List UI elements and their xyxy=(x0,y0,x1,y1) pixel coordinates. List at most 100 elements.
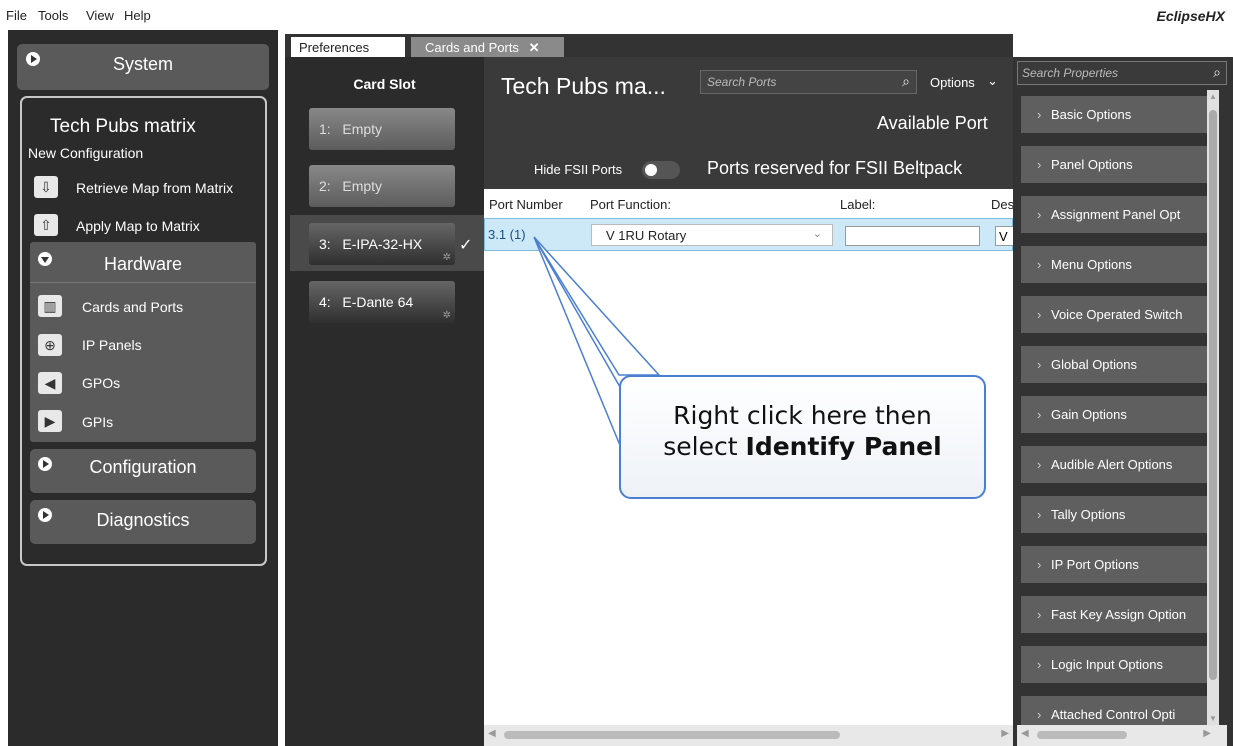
cards-ports-icon: ▥ xyxy=(38,295,62,317)
vertical-scrollbar[interactable]: ▲ ▼ xyxy=(1207,90,1219,725)
slot-name: E-IPA-32-HX xyxy=(342,236,423,252)
project-title: Tech Pubs matrix xyxy=(50,116,196,137)
prop-fast-key-assign[interactable]: › Fast Key Assign Option xyxy=(1021,596,1213,633)
card-slot-3[interactable]: 3: E-IPA-32-HX ✲ xyxy=(309,223,455,265)
card-slot-2[interactable]: 2: Empty xyxy=(309,165,455,207)
callout-identify-panel: Identify Panel xyxy=(745,432,942,461)
ports-panel: Tech Pubs ma... Search Ports ⌕ Options ⌄… xyxy=(484,57,1014,746)
system-section[interactable]: System xyxy=(17,44,269,90)
matrix-title: Tech Pubs ma... xyxy=(501,73,666,99)
hardware-label[interactable]: Hardware xyxy=(30,254,256,275)
slot-name: Empty xyxy=(342,121,383,137)
chevron-right-icon: › xyxy=(1037,657,1042,672)
configuration-label: Configuration xyxy=(89,457,197,477)
diagnostics-section[interactable]: Diagnostics xyxy=(30,500,256,544)
tab-preferences[interactable]: Preferences xyxy=(291,37,405,58)
chevron-right-icon: › xyxy=(1037,607,1042,622)
menu-file[interactable]: File xyxy=(6,8,27,23)
hw-ip-panels[interactable]: IP Panels xyxy=(82,337,142,353)
chevron-right-icon: › xyxy=(1037,207,1042,222)
card-slot-1[interactable]: 1: Empty xyxy=(309,108,455,150)
col-description[interactable]: Des xyxy=(991,197,1014,212)
hw-gpis[interactable]: GPIs xyxy=(82,414,113,430)
slot-number: 3: xyxy=(319,236,331,252)
available-ports-label: Available Port xyxy=(877,113,988,133)
gear-icon[interactable]: ✲ xyxy=(443,310,451,321)
label-input[interactable] xyxy=(845,226,980,246)
tab-cards-and-ports[interactable]: Cards and Ports ✕ xyxy=(411,37,564,58)
chevron-right-icon: › xyxy=(1037,357,1042,372)
search-ports-placeholder: Search Ports xyxy=(707,75,777,89)
prop-menu-options[interactable]: › Menu Options xyxy=(1021,246,1213,283)
chevron-down-icon[interactable]: ⌄ xyxy=(987,73,998,89)
scroll-right-icon[interactable]: ▶ xyxy=(1001,728,1009,739)
tab-bar: Preferences Cards and Ports ✕ xyxy=(285,34,1013,58)
eclipse-logo: EclipseHX xyxy=(1156,8,1225,24)
hardware-section: Hardware xyxy=(30,242,256,442)
chevron-right-icon: › xyxy=(1037,407,1042,422)
hw-gpos[interactable]: GPOs xyxy=(82,375,120,391)
apply-map-icon: ⇧ xyxy=(34,214,58,236)
options-dropdown[interactable]: Options xyxy=(930,75,975,90)
gpi-icon: ▶ xyxy=(38,410,62,432)
ports-table-header: Port Number Port Function: Label: Des xyxy=(484,194,1014,216)
chevron-right-icon: › xyxy=(1037,507,1042,522)
apply-map-button[interactable]: Apply Map to Matrix xyxy=(76,218,200,234)
retrieve-map-button[interactable]: Retrieve Map from Matrix xyxy=(76,180,233,196)
hw-cards-ports[interactable]: Cards and Ports xyxy=(82,299,183,315)
search-icon[interactable]: ⌕ xyxy=(902,73,910,90)
prop-ip-port-options[interactable]: › IP Port Options xyxy=(1021,546,1213,583)
callout-line1: Right click here then xyxy=(673,401,932,430)
callout-line2: select Identify Panel xyxy=(621,432,984,461)
prop-voice-operated-switch[interactable]: › Voice Operated Switch xyxy=(1021,296,1213,333)
gear-icon[interactable]: ✲ xyxy=(443,252,451,263)
search-ports-input[interactable]: Search Ports ⌕ xyxy=(700,70,917,94)
description-input[interactable]: V xyxy=(995,226,1014,246)
hide-fsii-toggle[interactable] xyxy=(642,161,680,179)
col-label[interactable]: Label: xyxy=(840,197,875,212)
menu-bar: File Tools View Help EclipseHX xyxy=(0,0,1233,27)
diagnostics-label: Diagnostics xyxy=(96,510,190,530)
port-number-cell[interactable]: 3.1 (1) xyxy=(488,227,526,242)
horizontal-scrollbar[interactable]: ◀ ▶ xyxy=(484,725,1013,746)
slot-number: 1: xyxy=(319,121,331,137)
prop-basic-options[interactable]: › Basic Options xyxy=(1021,96,1213,133)
scroll-left-icon[interactable]: ◀ xyxy=(1021,728,1029,739)
menu-tools[interactable]: Tools xyxy=(38,8,68,23)
scrollbar-thumb[interactable] xyxy=(504,731,840,739)
scrollbar-thumb[interactable] xyxy=(1209,110,1217,680)
col-port-number[interactable]: Port Number xyxy=(489,197,563,212)
scrollbar-thumb[interactable] xyxy=(1037,731,1127,739)
scroll-right-icon[interactable]: ▶ xyxy=(1203,728,1211,739)
col-port-function[interactable]: Port Function: xyxy=(590,197,671,212)
prop-logic-input[interactable]: › Logic Input Options xyxy=(1021,646,1213,683)
card-slot-4[interactable]: 4: E-Dante 64 ✲ xyxy=(309,281,455,323)
prop-global-options[interactable]: › Global Options xyxy=(1021,346,1213,383)
card-slot-header: Card Slot xyxy=(353,76,416,92)
menu-view[interactable]: View xyxy=(86,8,114,23)
prop-tally-options[interactable]: › Tally Options xyxy=(1021,496,1213,533)
slot-number: 4: xyxy=(319,294,331,310)
scroll-down-icon[interactable]: ▼ xyxy=(1209,714,1217,723)
selected-check-icon: ✓ xyxy=(459,237,473,254)
search-properties-input[interactable]: Search Properties ⌕ xyxy=(1017,61,1227,85)
prop-assignment-panel[interactable]: › Assignment Panel Opt xyxy=(1021,196,1213,233)
slot-name: Empty xyxy=(342,178,383,194)
close-tab-icon[interactable]: ✕ xyxy=(529,40,540,55)
chevron-right-icon: › xyxy=(1037,457,1042,472)
chevron-down-icon: ⌄ xyxy=(812,228,822,240)
search-icon[interactable]: ⌕ xyxy=(1213,64,1221,81)
menu-help[interactable]: Help xyxy=(124,8,151,23)
prop-gain-options[interactable]: › Gain Options xyxy=(1021,396,1213,433)
scroll-up-icon[interactable]: ▲ xyxy=(1209,92,1217,101)
properties-horizontal-scrollbar[interactable]: ◀ ▶ xyxy=(1017,725,1227,746)
prop-audible-alert[interactable]: › Audible Alert Options xyxy=(1021,446,1213,483)
system-label: System xyxy=(112,54,173,74)
chevron-right-icon: › xyxy=(1037,557,1042,572)
prop-panel-options[interactable]: › Panel Options xyxy=(1021,146,1213,183)
card-slot-panel: Card Slot 1: Empty 2: Empty 3: E-IPA-32-… xyxy=(285,57,484,746)
configuration-section[interactable]: Configuration xyxy=(30,449,256,493)
scroll-left-icon[interactable]: ◀ xyxy=(488,728,496,739)
chevron-right-icon: › xyxy=(1037,157,1042,172)
callout-box: Right click here then select Identify Pa… xyxy=(619,375,986,499)
